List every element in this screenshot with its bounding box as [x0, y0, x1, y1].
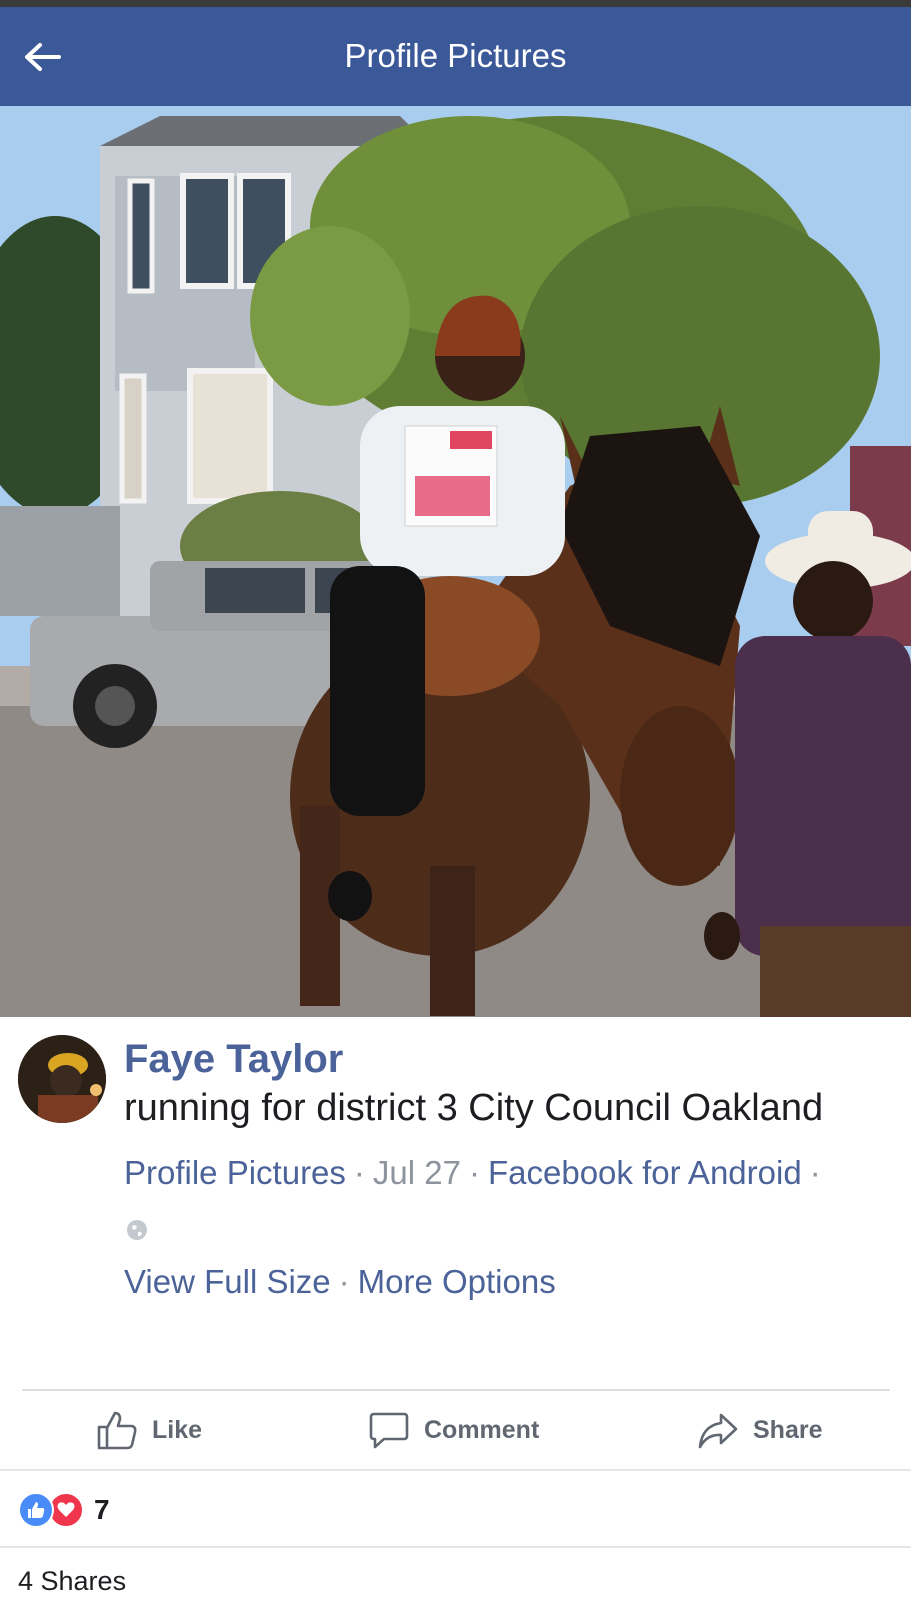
comment-icon — [369, 1412, 409, 1449]
app-bar: Profile Pictures — [0, 7, 911, 106]
view-full-size-link[interactable]: View Full Size — [124, 1263, 331, 1300]
app-link[interactable]: Facebook for Android — [488, 1154, 802, 1191]
reactions-summary[interactable]: 7 — [18, 1490, 110, 1530]
separator: · — [353, 1154, 365, 1191]
separator: · — [468, 1154, 480, 1191]
shares-count[interactable]: 4 Shares — [18, 1566, 126, 1597]
like-label: Like — [152, 1415, 203, 1444]
comment-label: Comment — [424, 1415, 540, 1444]
thumbs-up-icon — [97, 1411, 137, 1450]
author-name[interactable]: Faye Taylor — [124, 1037, 343, 1082]
separator: · — [809, 1154, 821, 1191]
action-bar: Like Comment Share — [0, 1392, 911, 1468]
post-date[interactable]: Jul 27 — [373, 1154, 461, 1191]
profile-photo[interactable] — [0, 106, 911, 1017]
more-options-link[interactable]: More Options — [358, 1263, 556, 1300]
divider — [0, 1469, 911, 1471]
avatar[interactable] — [18, 1035, 106, 1123]
divider — [0, 1546, 911, 1548]
album-link[interactable]: Profile Pictures — [124, 1154, 346, 1191]
share-label: Share — [753, 1415, 823, 1444]
page-title: Profile Pictures — [344, 37, 567, 74]
post-meta: Profile Pictures · Jul 27 · Facebook for And… — [124, 1154, 829, 1192]
divider — [22, 1389, 890, 1391]
comment-button[interactable]: Comment — [368, 1392, 539, 1468]
share-icon — [698, 1413, 738, 1449]
post-caption: running for district 3 City Council Oakl… — [124, 1087, 824, 1129]
photo-options: View Full Size · More Options — [124, 1263, 556, 1301]
status-bar — [0, 0, 911, 7]
reaction-count: 7 — [94, 1494, 110, 1525]
share-button[interactable]: Share — [697, 1392, 822, 1468]
separator: · — [338, 1263, 350, 1300]
like-button[interactable]: Like — [96, 1392, 202, 1468]
globe-icon — [127, 1220, 147, 1240]
like-reaction-icon — [18, 1492, 54, 1528]
